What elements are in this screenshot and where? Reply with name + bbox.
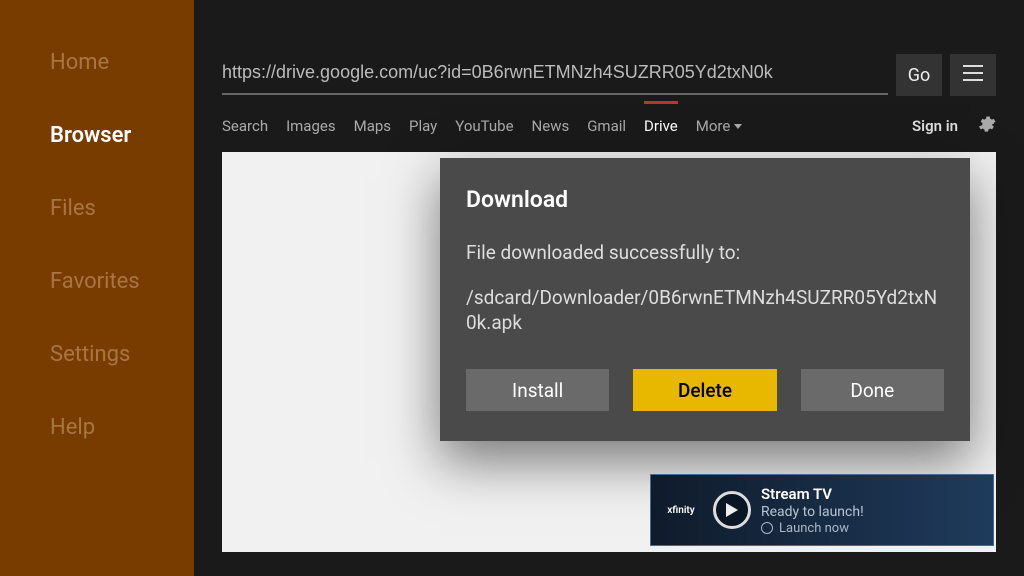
sidebar: Home Browser Files Favorites Settings He… <box>0 0 194 576</box>
brand-logo-text: xfinity <box>667 505 695 516</box>
sidebar-item-home[interactable]: Home <box>50 50 194 75</box>
sidebar-item-settings[interactable]: Settings <box>50 342 194 367</box>
sidebar-item-help[interactable]: Help <box>50 415 194 440</box>
toast-body: Stream TV Ready to launch! Launch now <box>761 485 983 536</box>
sidebar-item-files[interactable]: Files <box>50 196 194 221</box>
done-button[interactable]: Done <box>801 369 944 411</box>
dialog-actions: Install Delete Done <box>466 369 944 411</box>
sidebar-item-favorites[interactable]: Favorites <box>50 269 194 294</box>
select-icon <box>761 522 773 534</box>
toast-action-label: Launch now <box>779 521 849 536</box>
install-button[interactable]: Install <box>466 369 609 411</box>
toast-subtitle: Ready to launch! <box>761 504 983 520</box>
dialog-title: Download <box>466 186 944 213</box>
toast-action[interactable]: Launch now <box>761 521 983 536</box>
download-dialog: Download File downloaded successfully to… <box>440 158 970 441</box>
dialog-message: File downloaded successfully to: <box>466 241 944 264</box>
main-area: Go Search Images Maps Play YouTube News … <box>194 0 1024 576</box>
dialog-file-path: /sdcard/Downloader/0B6rwnETMNzh4SUZRR05Y… <box>466 286 944 335</box>
delete-button[interactable]: Delete <box>633 369 776 411</box>
app-root: Home Browser Files Favorites Settings He… <box>0 0 1024 576</box>
toast-title: Stream TV <box>761 485 983 503</box>
toast-brand: xfinity <box>659 505 703 516</box>
play-icon[interactable] <box>713 491 751 529</box>
sidebar-item-browser[interactable]: Browser <box>50 123 194 148</box>
launch-toast[interactable]: xfinity Stream TV Ready to launch! Launc… <box>650 474 994 546</box>
